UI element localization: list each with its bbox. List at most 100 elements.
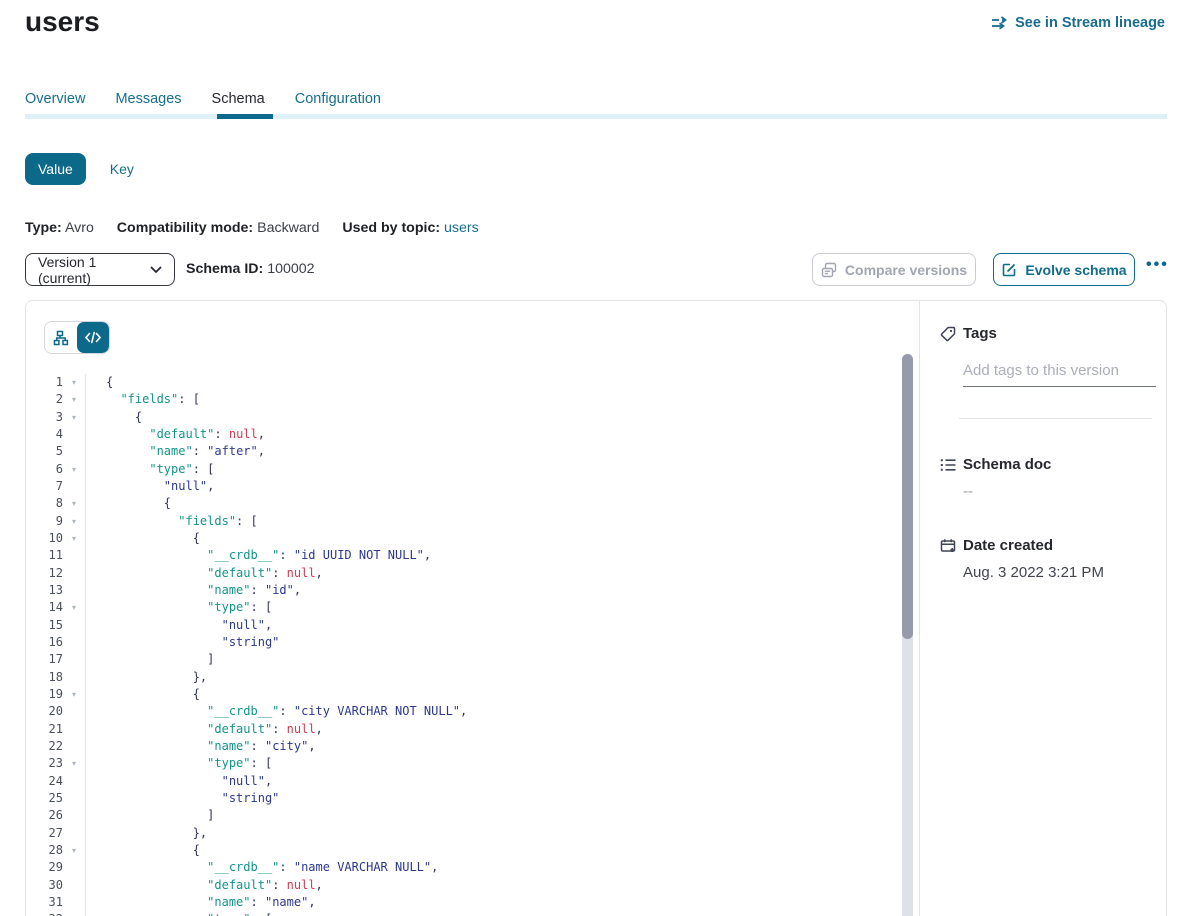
fold-toggle-icon[interactable]: ▾ [63, 495, 85, 512]
fold-spacer [63, 859, 85, 876]
code-text: "fields": [ [85, 391, 200, 408]
code-line: 25 "string" [26, 790, 919, 807]
fold-toggle-icon[interactable]: ▾ [63, 391, 85, 408]
code-line: 3▾ { [26, 409, 919, 426]
fold-toggle-icon[interactable]: ▾ [63, 755, 85, 772]
fold-spacer [63, 825, 85, 842]
fold-toggle-icon[interactable]: ▾ [63, 513, 85, 530]
code-text: "default": null, [85, 721, 323, 738]
editor-view-toggle [44, 321, 110, 354]
line-number: 2 [26, 391, 63, 408]
code-line: 18 }, [26, 669, 919, 686]
line-number: 7 [26, 478, 63, 495]
code-line: 12 "default": null, [26, 565, 919, 582]
schema-id-value: 100002 [267, 261, 314, 277]
line-number: 21 [26, 721, 63, 738]
fold-toggle-icon[interactable]: ▾ [63, 842, 85, 859]
topic-link[interactable]: users [444, 220, 479, 236]
add-tags-input[interactable] [963, 360, 1156, 387]
code-view-button[interactable] [77, 322, 109, 353]
code-line: 2▾ "fields": [ [26, 391, 919, 408]
code-text: "string" [85, 790, 279, 807]
code-text: "fields": [ [85, 513, 258, 530]
line-number: 22 [26, 738, 63, 755]
line-number: 32 [26, 911, 63, 916]
evolve-schema-button[interactable]: Evolve schema [993, 253, 1135, 286]
fold-spacer [63, 443, 85, 460]
line-number: 1 [26, 374, 63, 391]
line-number: 29 [26, 859, 63, 876]
code-lines: 1▾{2▾ "fields": [3▾ {4 "default": null,5… [26, 374, 919, 916]
line-number: 16 [26, 634, 63, 651]
line-number: 20 [26, 703, 63, 720]
schema-meta-row: Type: Avro Compatibility mode: Backward … [25, 220, 479, 236]
fold-spacer [63, 651, 85, 668]
fold-spacer [63, 721, 85, 738]
code-line: 11 "__crdb__": "id UUID NOT NULL", [26, 547, 919, 564]
fold-toggle-icon[interactable]: ▾ [63, 374, 85, 391]
line-number: 24 [26, 773, 63, 790]
schema-doc-icon [940, 458, 956, 472]
fold-toggle-icon[interactable]: ▾ [63, 911, 85, 916]
line-number: 12 [26, 565, 63, 582]
fold-spacer [63, 669, 85, 686]
fold-toggle-icon[interactable]: ▾ [63, 461, 85, 478]
compatibility-mode-value: Backward [257, 220, 319, 236]
fold-toggle-icon[interactable]: ▾ [63, 686, 85, 703]
schema-doc-value: -- [963, 483, 1152, 500]
code-text: { [85, 686, 200, 703]
tags-title: Tags [963, 325, 997, 342]
code-line: 14▾ "type": [ [26, 599, 919, 616]
stream-lineage-label: See in Stream lineage [1015, 15, 1165, 31]
code-line: 4 "default": null, [26, 426, 919, 443]
line-number: 15 [26, 617, 63, 634]
editor-scrollbar-thumb[interactable] [902, 354, 913, 639]
fold-toggle-icon[interactable]: ▾ [63, 599, 85, 616]
code-line: 1▾{ [26, 374, 919, 391]
fold-toggle-icon[interactable]: ▾ [63, 409, 85, 426]
tab-messages[interactable]: Messages [115, 91, 181, 107]
schema-doc-section-header: Schema doc [940, 456, 1152, 473]
evolve-schema-icon [1001, 262, 1017, 278]
schema-id-label: Schema ID: [186, 261, 263, 277]
code-text: "type": [ [85, 599, 272, 616]
line-number: 28 [26, 842, 63, 859]
editor-scrollbar-track[interactable] [902, 354, 913, 916]
tab-underline-track [25, 114, 1167, 119]
tree-view-button[interactable] [45, 322, 77, 353]
fold-spacer [63, 790, 85, 807]
line-number: 5 [26, 443, 63, 460]
compare-versions-button[interactable]: Compare versions [812, 253, 976, 286]
tab-configuration[interactable]: Configuration [295, 91, 381, 107]
more-options-button[interactable]: ••• [1146, 256, 1169, 274]
tag-icon [940, 326, 956, 342]
code-text: "null", [85, 773, 272, 790]
value-key-toggle: Value Key [25, 153, 134, 185]
code-text: ] [85, 807, 214, 824]
compare-versions-icon [821, 262, 837, 278]
tab-schema[interactable]: Schema [212, 91, 265, 107]
key-toggle-button[interactable]: Key [110, 161, 134, 177]
code-text: ] [85, 651, 214, 668]
code-line: 26 ] [26, 807, 919, 824]
tab-bar: Overview Messages Schema Configuration [25, 91, 381, 107]
value-toggle-button[interactable]: Value [25, 153, 86, 185]
line-number: 23 [26, 755, 63, 772]
page-title: users [25, 6, 100, 38]
code-text: "__crdb__": "id UUID NOT NULL", [85, 547, 431, 564]
see-in-stream-lineage-link[interactable]: See in Stream lineage [991, 15, 1165, 31]
code-line: 29 "__crdb__": "name VARCHAR NULL", [26, 859, 919, 876]
code-text: { [85, 409, 142, 426]
used-by-topic-label: Used by topic: [342, 220, 440, 236]
stream-lineage-icon [991, 16, 1008, 30]
code-text: "default": null, [85, 565, 323, 582]
code-line: 28▾ { [26, 842, 919, 859]
fold-toggle-icon[interactable]: ▾ [63, 530, 85, 547]
date-created-title: Date created [963, 537, 1053, 554]
schema-code-editor[interactable]: 1▾{2▾ "fields": [3▾ {4 "default": null,5… [26, 374, 919, 916]
code-text: }, [85, 669, 207, 686]
code-line: 5 "name": "after", [26, 443, 919, 460]
fold-spacer [63, 894, 85, 911]
version-select[interactable]: Version 1 (current) [25, 253, 175, 286]
tab-overview[interactable]: Overview [25, 91, 85, 107]
